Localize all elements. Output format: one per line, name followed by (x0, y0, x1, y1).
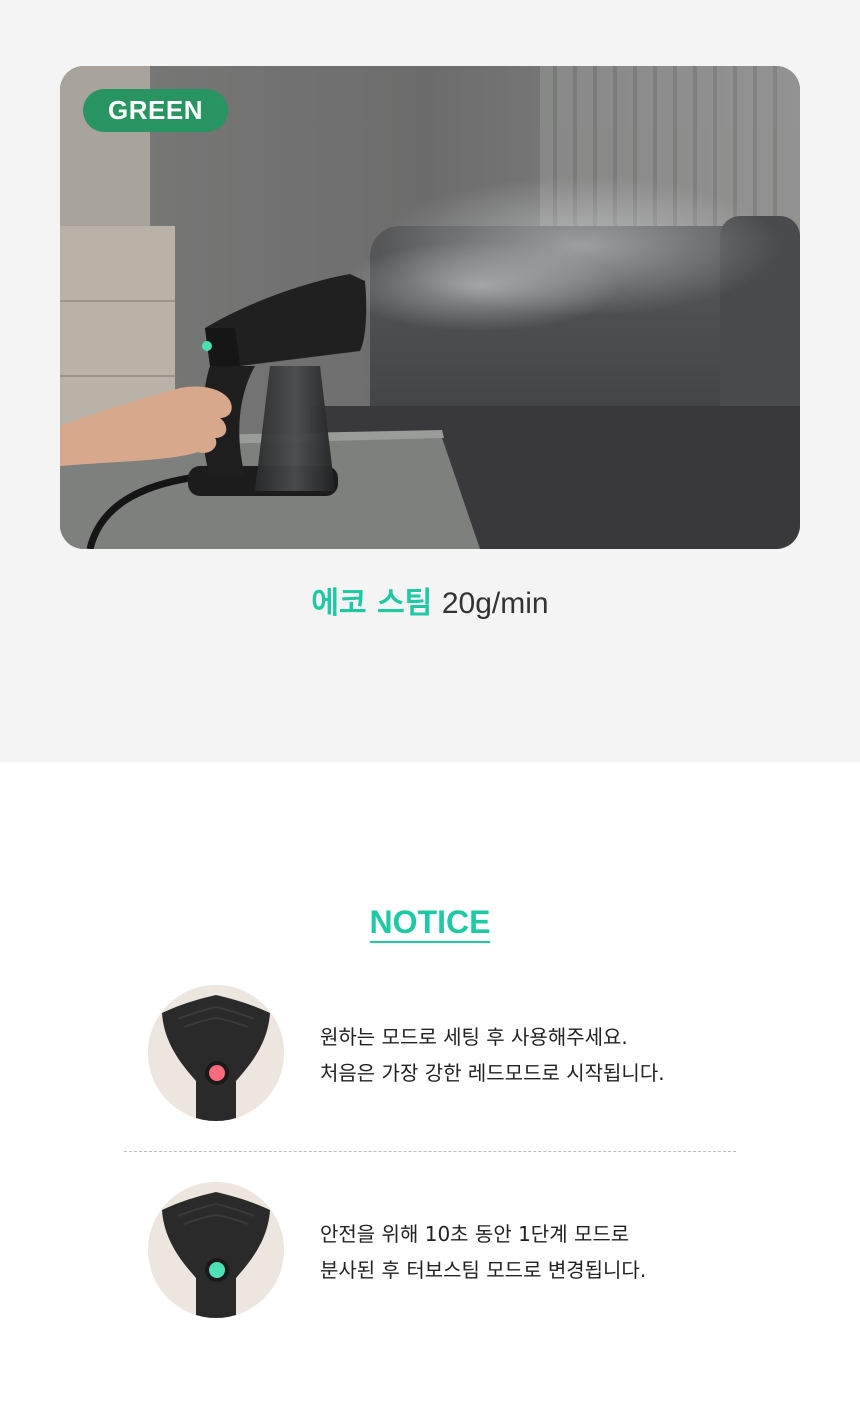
notice-item: 안전을 위해 10초 동안 1단계 모드로 분사된 후 터보스팀 모드로 변경됩… (148, 1182, 748, 1318)
steamer-green-mode-icon (148, 1182, 284, 1318)
steamer-photo (60, 66, 800, 549)
red-indicator (209, 1065, 225, 1081)
notice-text: 안전을 위해 10초 동안 1단계 모드로 분사된 후 터보스팀 모드로 변경됩… (320, 1216, 646, 1288)
notice-title-text: NOTICE (369, 904, 491, 943)
section-divider-wave (0, 762, 860, 820)
caption-accent: 에코 스팀 (311, 586, 433, 621)
notice-line: 원하는 모드로 세팅 후 사용해주세요. (320, 1025, 628, 1049)
green-indicator (209, 1262, 225, 1278)
notice-line: 분사된 후 터보스팀 모드로 변경됩니다. (320, 1258, 647, 1282)
eco-steam-caption: 에코 스팀 20g/min (0, 582, 860, 626)
mode-badge: GREEN (83, 89, 228, 132)
dashed-divider (124, 1151, 736, 1152)
notice-line: 처음은 가장 강한 레드모드로 시작됩니다. (320, 1061, 665, 1085)
steamer-red-mode-icon (148, 985, 284, 1121)
notice-item: 원하는 모드로 세팅 후 사용해주세요. 처음은 가장 강한 레드모드로 시작됩… (148, 985, 748, 1121)
notice-line: 안전을 위해 10초 동안 1단계 모드로 (320, 1222, 630, 1246)
notice-text: 원하는 모드로 세팅 후 사용해주세요. 처음은 가장 강한 레드모드로 시작됩… (320, 1019, 665, 1091)
caption-spec: 20g/min (441, 587, 549, 620)
notice-title: NOTICE (0, 900, 860, 944)
